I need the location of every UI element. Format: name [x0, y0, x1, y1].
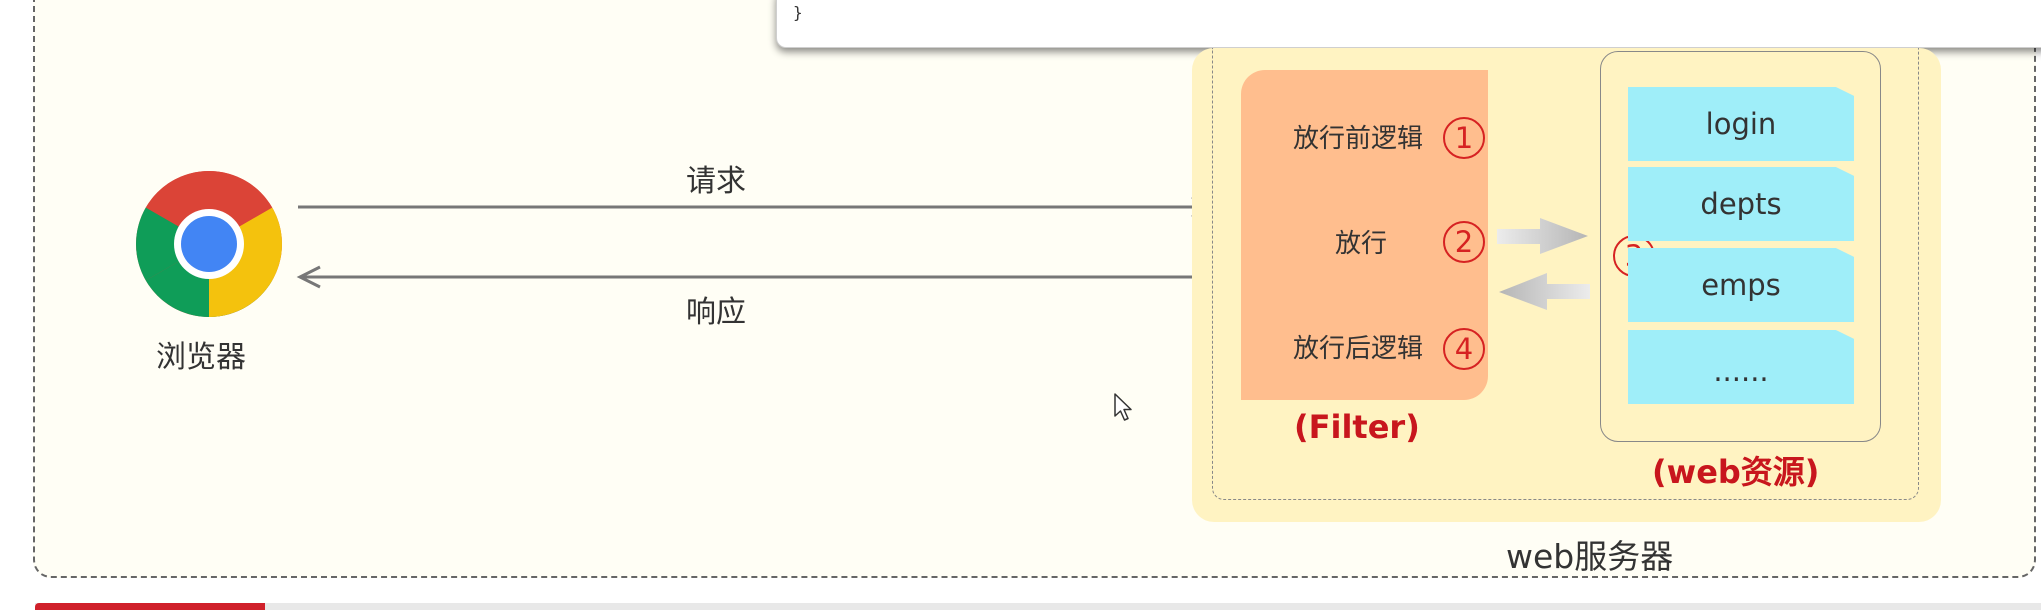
bottom-red-tab	[35, 603, 265, 610]
code-popup: }	[776, 0, 2041, 48]
resource-emps: emps	[1628, 248, 1854, 322]
web-server-label: web服务器	[1506, 537, 1674, 576]
filter-resource-arrows	[1497, 218, 1590, 310]
code-closing-brace: }	[793, 3, 803, 22]
resource-depts: depts	[1628, 167, 1854, 241]
web-resources-label: (web资源)	[1652, 453, 1820, 491]
step-number-4: 4	[1443, 328, 1485, 370]
bottom-strip	[35, 603, 2041, 610]
request-response-arrows	[296, 195, 1216, 289]
mouse-cursor-icon	[1114, 393, 1132, 421]
filter-post-logic: 放行后逻辑	[1293, 334, 1424, 364]
resource-more: ......	[1628, 330, 1854, 404]
backward-arrow	[1499, 273, 1590, 310]
filter-pass: 放行	[1335, 229, 1388, 259]
filter-label: (Filter)	[1294, 408, 1420, 446]
step-number-1: 1	[1443, 117, 1485, 159]
request-label: 请求	[686, 164, 746, 199]
response-label: 响应	[686, 295, 746, 330]
step-number-2: 2	[1443, 221, 1485, 263]
forward-arrow	[1497, 218, 1588, 254]
resource-login: login	[1628, 87, 1854, 161]
browser-label: 浏览器	[156, 340, 246, 375]
filter-pre-logic: 放行前逻辑	[1293, 124, 1424, 154]
chrome-browser-icon	[136, 171, 282, 317]
